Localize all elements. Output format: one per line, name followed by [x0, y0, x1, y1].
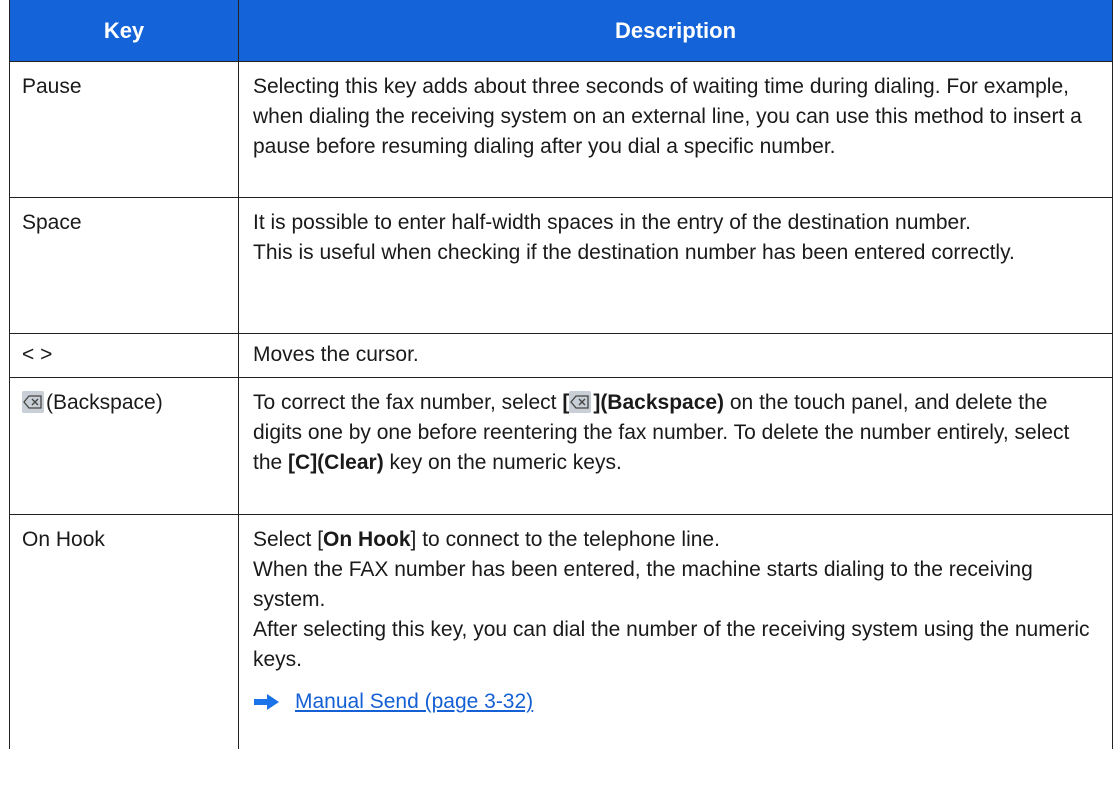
table-header: Key Description [10, 0, 1112, 62]
arrow-right-icon [253, 691, 281, 713]
row-key: Space [10, 198, 239, 333]
description-text: After selecting this key, you can dial t… [253, 618, 1090, 671]
description-text: Selecting this key adds about three seco… [253, 75, 1082, 158]
description-text: This is useful when checking if the dest… [253, 241, 1015, 264]
row-key: (Backspace) [10, 378, 239, 514]
description-text: It is possible to enter half-width space… [253, 211, 971, 234]
header-key: Key [10, 0, 239, 61]
row-key: Pause [10, 62, 239, 197]
table-row: On Hook Select [On Hook] to connect to t… [10, 515, 1112, 749]
table-row: Space It is possible to enter half-width… [10, 198, 1112, 334]
header-description: Description [614, 17, 737, 43]
row-key: On Hook [10, 515, 239, 749]
description-text: Select [On Hook] to connect to the telep… [253, 528, 720, 551]
backspace-icon [22, 391, 44, 413]
description-text: To correct the fax number, select [](Bac… [253, 391, 1070, 474]
key-description-table: Key Description Pause Selecting this key… [9, 0, 1113, 749]
row-key: < > [10, 334, 239, 377]
row-description: To correct the fax number, select [](Bac… [239, 378, 1112, 514]
row-description: Moves the cursor. [239, 334, 1112, 377]
row-description: Selecting this key adds about three seco… [239, 62, 1112, 197]
description-text: Moves the cursor. [253, 343, 419, 366]
row-description: It is possible to enter half-width space… [239, 198, 1112, 333]
cross-reference: Manual Send (page 3-32) [253, 687, 1098, 717]
manual-send-link[interactable]: Manual Send (page 3-32) [295, 687, 533, 717]
backspace-key-label: (Backspace) [46, 391, 163, 414]
table-row: (Backspace) To correct the fax number, s… [10, 378, 1112, 515]
table-row: < > Moves the cursor. [10, 334, 1112, 378]
description-text: When the FAX number has been entered, th… [253, 558, 1033, 611]
row-description: Select [On Hook] to connect to the telep… [239, 515, 1112, 749]
table-row: Pause Selecting this key adds about thre… [10, 62, 1112, 198]
backspace-icon [569, 391, 592, 413]
